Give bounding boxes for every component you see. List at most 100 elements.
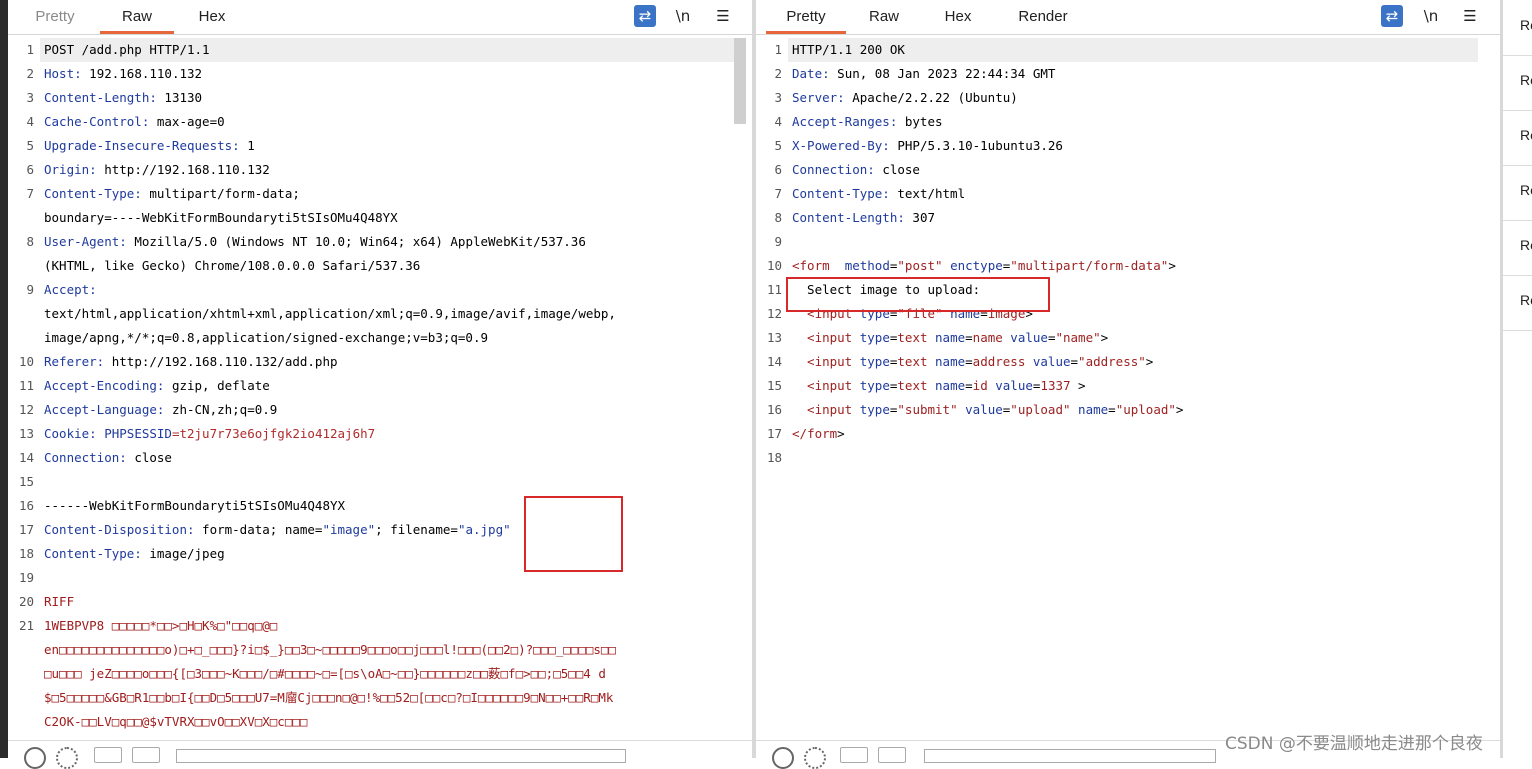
code-token: ------WebKitFormBoundaryti5tSIsOMu4Q48YX [44,498,346,513]
code-token: value [987,378,1033,393]
inspector-side-panel: Re Re Re Re Re Re [1503,0,1532,758]
tab-hex[interactable]: Hex [184,0,240,34]
line-content: Accept-Ranges: bytes [792,110,943,134]
line-number: 21 [18,618,34,633]
side-item[interactable]: Re [1503,0,1532,56]
code-line: 10 Referer: http://192.168.110.132/add.ph… [8,350,752,374]
settings-icon[interactable] [804,747,826,769]
code-line: C2OK-□□LV□q□□@$vTVRX□□vO□□XV□X□c□□□ [8,710,752,734]
code-line: 1 POST /add.php HTTP/1.1 [8,38,752,62]
search-input[interactable] [176,749,626,763]
settings-icon[interactable] [56,747,78,769]
help-icon[interactable] [24,747,46,769]
code-line: 9 Accept: [8,278,752,302]
code-token: Sun, 08 Jan 2023 22:44:34 GMT [829,66,1056,81]
line-number: 12 [18,402,34,417]
line-number: 14 [766,354,782,369]
code-token: boundary=----WebKitFormBoundaryti5tSIsOM… [44,210,398,225]
line-content: en□□□□□□□□□□□□□□o)□+□_□□□}?i□$_}□□3□~□□□… [44,638,616,662]
request-search-bar [8,740,752,769]
tab-hex[interactable]: Hex [928,0,988,34]
line-number: 16 [18,498,34,513]
code-token: Server: [792,90,845,105]
code-line: 3 Content-Length: 13130 [8,86,752,110]
code-token: "upload" [1115,402,1176,417]
code-token: image/jpeg [141,546,225,561]
line-content: Content-Type: multipart/form-data; [44,182,300,206]
code-token: Origin: [44,162,97,177]
wrap-lines-icon[interactable]: ⇄ [634,5,656,27]
code-token: zh-CN,zh;q=0.9 [164,402,278,417]
line-number: 8 [774,210,782,225]
code-token: Cookie: [44,426,97,441]
code-token: User-Agent: [44,234,127,249]
line-number: 9 [774,234,782,249]
line-content: Referer: http://192.168.110.132/add.php [44,350,338,374]
code-token: text [897,330,928,345]
tab-render[interactable]: Render [1004,0,1082,34]
request-scrollbar[interactable] [734,38,746,124]
code-token: (KHTML, like Gecko) Chrome/108.0.0.0 Saf… [44,258,421,273]
code-token: = [965,378,973,393]
show-newlines-button[interactable]: \n [1420,5,1442,27]
side-item[interactable]: Re [1503,220,1532,276]
code-token: C2OK-□□LV□q□□@$vTVRX□□vO□□XV□X□c□□□ [44,714,308,729]
hamburger-menu-icon[interactable]: ☰ [712,5,734,27]
line-number: 5 [26,138,34,153]
code-token: Cache-Control: [44,114,150,129]
code-line: 7 Content-Type: text/html [756,182,1500,206]
next-button[interactable] [132,747,160,763]
code-line: text/html,application/xhtml+xml,applicat… [8,302,752,326]
line-content: X-Powered-By: PHP/5.3.10-1ubuntu3.26 [792,134,1063,158]
response-editor[interactable]: 1 HTTP/1.1 200 OK 2 Date: Sun, 08 Jan 2023 … [756,38,1500,740]
line-content: Connection: close [792,158,920,182]
code-token: text [897,378,928,393]
code-token: □u□□□ jeZ□□□□o□□□{[□3□□□~K□□□/□#□□□□~□=[… [44,666,606,681]
code-token: = [1070,354,1079,369]
next-button[interactable] [878,747,906,763]
code-token: value [957,402,1003,417]
side-item[interactable]: Re [1503,110,1532,166]
prev-button[interactable] [94,747,122,763]
side-item-label: Re [1520,292,1532,308]
line-number: 1 [774,42,782,57]
code-line: 3 Server: Apache/2.2.22 (Ubuntu) [756,86,1500,110]
search-input[interactable] [924,749,1216,763]
code-token: Referer: [44,354,105,369]
code-line: 14 <input type=text name=address value="… [756,350,1500,374]
code-line: 19 [8,566,752,590]
tab-pretty[interactable]: Pretty [22,0,88,34]
side-item[interactable]: Re [1503,55,1532,111]
code-token: form [807,426,838,441]
side-item[interactable]: Re [1503,275,1532,331]
wrap-lines-icon[interactable]: ⇄ [1381,5,1403,27]
code-token: X-Powered-By: [792,138,890,153]
side-item[interactable]: Re [1503,165,1532,221]
tab-raw[interactable]: Raw [100,0,174,34]
code-line: 16 ------WebKitFormBoundaryti5tSIsOMu4Q48… [8,494,752,518]
code-line: (KHTML, like Gecko) Chrome/108.0.0.0 Saf… [8,254,752,278]
tab-raw[interactable]: Raw [852,0,916,34]
request-editor[interactable]: 1 POST /add.php HTTP/1.1 2 Host: 192.168.11… [8,38,752,740]
line-content: Server: Apache/2.2.22 (Ubuntu) [792,86,1018,110]
code-token: "upload" [1010,402,1071,417]
code-token: < [792,378,815,393]
code-token: input [814,354,853,369]
line-content: Date: Sun, 08 Jan 2023 22:44:34 GMT [792,62,1055,86]
prev-button[interactable] [840,747,868,763]
code-token: = [1108,402,1116,417]
tab-pretty[interactable]: Pretty [766,0,846,34]
help-icon[interactable] [772,747,794,769]
line-number: 6 [26,162,34,177]
code-token: "multipart/form-data" [1010,258,1169,273]
code-token: name [972,330,1003,345]
line-content: ------WebKitFormBoundaryti5tSIsOMu4Q48YX [44,494,345,518]
code-line: 18 Content-Type: image/jpeg [8,542,752,566]
side-item-label: Re [1520,72,1532,88]
hamburger-menu-icon[interactable]: ☰ [1459,5,1481,27]
code-token: http://192.168.110.132 [96,162,270,177]
code-token: 1337 [1040,378,1071,393]
show-newlines-button[interactable]: \n [672,5,694,27]
line-number: 15 [766,378,782,393]
line-content: Content-Length: 307 [792,206,935,230]
